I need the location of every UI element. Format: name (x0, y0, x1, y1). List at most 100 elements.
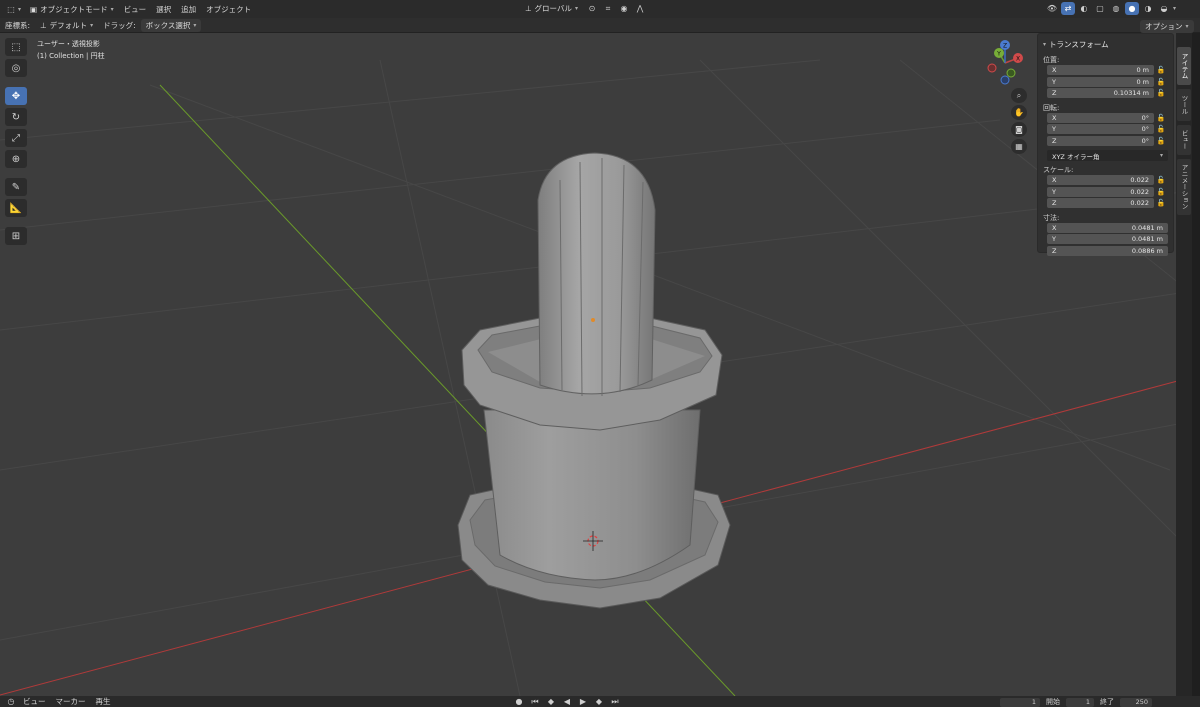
xray-icon[interactable]: ▢ (1093, 2, 1107, 15)
tab-view[interactable]: ビュー (1177, 125, 1191, 155)
lock-icon[interactable]: 🔓 (1154, 66, 1168, 74)
header-bar: ⬚ ▾ ▣ オブジェクトモード ▾ ビュー 選択 追加 オブジェクト ⊥ グロー… (0, 0, 1200, 18)
options-dropdown[interactable]: オプション ▾ (1140, 20, 1194, 33)
dimensions-y-row: Y 0.0481 m (1043, 234, 1168, 245)
play-reverse-icon[interactable]: ◀ (560, 697, 574, 706)
timeline-menu-view[interactable]: ビュー (18, 696, 51, 707)
orientation-icon: ⊥ (40, 20, 47, 30)
next-keyframe-icon[interactable]: ◆ (592, 697, 606, 706)
start-frame-field[interactable]: 1 (1066, 697, 1094, 707)
chevron-down-icon: ▾ (90, 21, 94, 29)
shading-wire-icon[interactable]: ◍ (1109, 2, 1123, 15)
prev-keyframe-icon[interactable]: ◆ (544, 697, 558, 706)
lock-icon[interactable]: 🔓 (1154, 176, 1168, 184)
orientation-dropdown[interactable]: ⊥ デフォルト ▾ (35, 19, 98, 32)
gizmo-z-label: Z (1003, 43, 1007, 50)
scale-icon[interactable]: ⤢ (5, 129, 27, 147)
rotation-z-field[interactable]: Z 0° (1047, 135, 1154, 146)
play-icon[interactable]: ▶ (576, 697, 590, 706)
rotate-icon[interactable]: ↻ (5, 108, 27, 126)
jump-end-icon[interactable]: ⏭ (608, 697, 622, 706)
shading-solid-icon[interactable]: ● (1125, 2, 1139, 15)
tab-item[interactable]: アイテム (1177, 47, 1191, 85)
transform-header[interactable]: ▾ トランスフォーム (1043, 37, 1168, 51)
overlay-icon[interactable]: ◐ (1077, 2, 1091, 15)
location-z-field[interactable]: Z 0.10314 m (1047, 88, 1154, 99)
annotate-icon[interactable]: ✎ (5, 178, 27, 196)
snap-icon[interactable]: ⌗ (601, 2, 615, 15)
lock-icon[interactable]: 🔓 (1154, 78, 1168, 86)
scale-x-field[interactable]: X 0.022 (1047, 175, 1154, 186)
menu-view[interactable]: ビュー (119, 4, 152, 15)
chevron-down-icon: ▾ (1043, 40, 1047, 48)
lock-icon[interactable]: 🔓 (1154, 137, 1168, 145)
chevron-down-icon: ▾ (1173, 5, 1177, 12)
camera-icon[interactable]: ◙ (1011, 122, 1027, 137)
lock-icon[interactable]: 🔓 (1154, 114, 1168, 122)
rotation-y-field[interactable]: Y 0° (1047, 124, 1154, 135)
scale-x-row: X 0.022 🔓 (1043, 175, 1168, 186)
scale-y-field[interactable]: Y 0.022 (1047, 186, 1154, 197)
falloff-icon[interactable]: ⋀ (633, 2, 647, 15)
chevron-down-icon: ▾ (1159, 152, 1163, 159)
rotation-x-field[interactable]: X 0° (1047, 112, 1154, 123)
gizmo-toggle-icon[interactable]: ⇄ (1061, 2, 1075, 15)
proportional-edit-icon[interactable]: ◉ (617, 2, 631, 15)
clock-icon[interactable]: ◷ (4, 695, 18, 707)
location-x-field[interactable]: X0 m (1047, 65, 1154, 76)
move-icon[interactable]: ✥ (5, 87, 27, 105)
menu-select[interactable]: 選択 (151, 4, 176, 15)
transform-orientation-dropdown[interactable]: ⊥ グローバル ▾ (520, 2, 583, 15)
shading-material-icon[interactable]: ◑ (1141, 2, 1155, 15)
gizmo-y-label: Y (996, 51, 1001, 58)
drag-value: ボックス選択 (145, 20, 191, 30)
shading-rendered-icon[interactable]: ◒ (1157, 2, 1171, 15)
grid-view-icon[interactable]: ▦ (1011, 139, 1027, 154)
transform-icon[interactable]: ⊕ (5, 150, 27, 168)
navigation-gizmo[interactable]: X Y Z (980, 38, 1030, 88)
lock-icon[interactable]: 🔓 (1154, 199, 1168, 207)
origin-dot (591, 318, 595, 322)
pan-hand-icon[interactable]: ✋ (1011, 105, 1027, 120)
chevron-down-icon: ▾ (574, 5, 578, 12)
end-label: 終了 (1100, 698, 1114, 706)
jump-start-icon[interactable]: ⏮ (528, 697, 542, 706)
dimensions-x-row: X 0.0481 m (1043, 222, 1168, 234)
zoom-icon[interactable]: ⌕ (1011, 88, 1027, 103)
editor-type-icon[interactable]: ⬚ (4, 3, 18, 16)
rotation-x-row: X 0° 🔓 (1043, 112, 1168, 124)
end-frame-field[interactable]: 250 (1120, 697, 1152, 707)
location-y-field[interactable]: Y0 m (1047, 76, 1154, 87)
lock-icon[interactable]: 🔓 (1154, 188, 1168, 196)
measure-icon[interactable]: 📐 (5, 199, 27, 217)
orientation-value: デフォルト (49, 20, 88, 30)
cursor-icon[interactable]: ◎ (5, 59, 27, 77)
select-box-icon[interactable]: ⬚ (5, 38, 27, 56)
record-icon[interactable]: ● (512, 697, 526, 706)
menu-add[interactable]: 追加 (176, 4, 201, 15)
pivot-icon[interactable]: ⊙ (585, 2, 599, 15)
tab-tool[interactable]: ツール (1177, 89, 1191, 121)
scale-label: スケール: (1043, 166, 1074, 174)
lock-icon[interactable]: 🔓 (1154, 89, 1168, 97)
scale-z-row: Z 0.022 🔓 (1043, 198, 1168, 209)
dimensions-y-field[interactable]: Y 0.0481 m (1047, 234, 1168, 245)
visibility-icon[interactable]: 👁 (1045, 2, 1059, 15)
timeline-menu-playback[interactable]: 再生 (91, 696, 116, 707)
options-label: オプション (1145, 22, 1183, 31)
dimensions-z-row: Z 0.0886 m (1043, 245, 1168, 257)
drag-dropdown[interactable]: ボックス選択 ▾ (140, 18, 202, 32)
timeline-menu-marker[interactable]: マーカー (51, 696, 91, 707)
dimensions-z-field[interactable]: Z 0.0886 m (1047, 245, 1168, 256)
tab-animation[interactable]: アニメーション (1177, 159, 1191, 215)
lock-icon[interactable]: 🔓 (1154, 125, 1168, 133)
menu-object[interactable]: オブジェクト (201, 4, 256, 15)
scale-z-field[interactable]: Z 0.022 (1047, 198, 1154, 209)
mode-dropdown[interactable]: ▣ オブジェクトモード ▾ (25, 3, 119, 16)
sidebar-tabs: アイテム ツール ビュー アニメーション (1176, 33, 1192, 696)
current-frame-field[interactable]: 1 (1000, 697, 1040, 707)
view-name: ユーザー・透視投影 (37, 40, 100, 48)
add-cube-icon[interactable]: ⊞ (5, 227, 27, 245)
rotation-mode-dropdown[interactable]: XYZ オイラー角 ▾ (1047, 150, 1168, 161)
dimensions-x-field[interactable]: X 0.0481 m (1047, 222, 1168, 233)
